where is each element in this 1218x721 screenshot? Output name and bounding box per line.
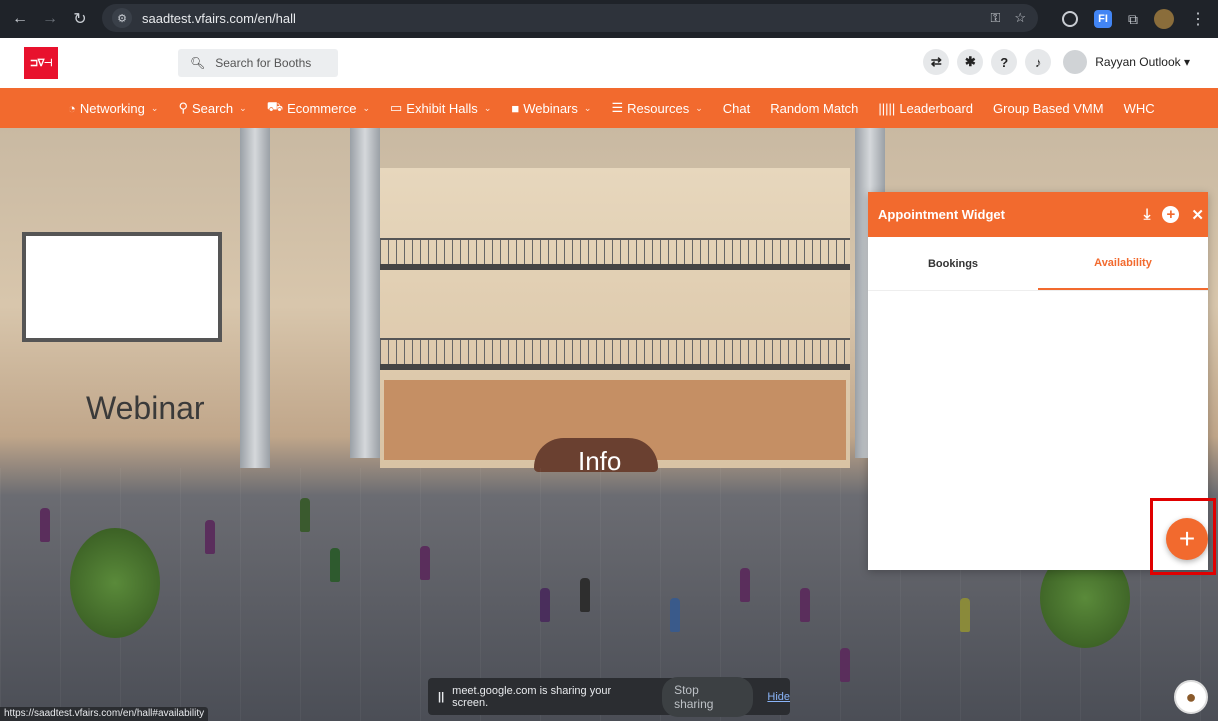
logo-text: ⊐∇⊣	[29, 57, 53, 69]
avatar-person	[580, 578, 590, 612]
cart-icon: ⛟	[266, 99, 284, 114]
password-key-icon[interactable]: ⚿	[990, 10, 1000, 26]
translate-icon[interactable]: ⇄	[923, 49, 950, 75]
video-icon: ■	[511, 100, 520, 116]
nav-search[interactable]: ⚲ Search ⌄	[178, 100, 246, 116]
nav-label: Chat	[722, 100, 751, 116]
add-availability-button[interactable]: +	[1166, 518, 1208, 560]
webinar-entrance[interactable]: Webinar	[86, 390, 205, 427]
profile-avatar-icon[interactable]	[1154, 9, 1174, 29]
pillar	[350, 128, 380, 458]
user-menu[interactable]: Rayyan Outlook ▾	[1095, 55, 1190, 69]
help-icon[interactable]: ?	[991, 49, 1018, 75]
avatar-person	[540, 588, 550, 622]
tree	[70, 528, 160, 638]
hide-link[interactable]: Hide	[767, 691, 790, 703]
search-icon: 🔍︎	[190, 56, 206, 70]
chevron-down-icon: ⌄	[583, 102, 592, 113]
search-placeholder: Search for Booths	[215, 56, 312, 70]
screen-share-bar: || meet.google.com is sharing your scree…	[428, 676, 790, 717]
lower-balcony-railing	[380, 338, 850, 364]
record-icon[interactable]	[1062, 11, 1078, 27]
nav-label: Networking	[79, 100, 145, 116]
avatar-person	[205, 520, 215, 554]
nav-exhibit-halls[interactable]: ▭ Exhibit Halls ⌄	[390, 100, 491, 116]
forward-icon[interactable]: →	[36, 5, 64, 33]
avatar-person	[300, 498, 310, 532]
browser-toolbar: ← → ↻ ⚙ saadtest.vfairs.com/en/hall ⚿ ☆ …	[0, 0, 1218, 38]
main-nav: ◔ Networking ⌄ ⚲ Search ⌄ ⛟ Ecommerce ⌄ ▭ Exhib…	[0, 88, 1218, 128]
avatar-person	[670, 598, 680, 632]
lower-balcony	[380, 364, 850, 370]
widget-title: Appointment Widget	[878, 207, 1005, 222]
nav-label: Ecommerce	[287, 100, 357, 116]
networking-icon: ◔	[68, 100, 76, 116]
brand-logo[interactable]: ⊐∇⊣	[24, 47, 58, 79]
pillar	[240, 128, 270, 468]
nav-webinars[interactable]: ■ Webinars ⌄	[511, 101, 591, 116]
chevron-down-icon: ⌄	[362, 102, 370, 113]
chevron-down-icon: ⌄	[150, 102, 159, 113]
nav-chat[interactable]: Chat	[723, 101, 750, 116]
site-header: ⊐∇⊣ 🔍︎ Search for Booths ⇄ ✱ ? ♪ Rayyan …	[0, 38, 1218, 88]
monitor-icon: ▭	[389, 100, 403, 115]
back-icon[interactable]: ←	[6, 5, 34, 33]
widget-tabs: Bookings Availability	[868, 237, 1208, 291]
nav-label: Group Based VMM	[993, 100, 1104, 116]
nav-label: Random Match	[770, 100, 859, 116]
nav-group-based-vmm[interactable]: Group Based VMM	[993, 101, 1104, 116]
avatar-person	[420, 546, 430, 580]
upper-balcony	[380, 264, 850, 270]
list-icon: ☰	[611, 100, 624, 115]
download-icon[interactable]: ⤓	[1144, 206, 1151, 223]
site-settings-icon[interactable]: ⚙	[112, 8, 132, 28]
share-message: meet.google.com is sharing your screen.	[452, 684, 612, 709]
extensions-icon[interactable]: ⧉	[1128, 11, 1138, 28]
avatar-person	[960, 598, 970, 632]
close-icon[interactable]: ✕	[1191, 206, 1204, 224]
nav-resources[interactable]: ☰ Resources ⌄	[611, 100, 702, 116]
drag-handle-icon[interactable]: ||	[438, 691, 444, 703]
search-icon: ⚲	[178, 100, 188, 115]
avatar-person	[330, 548, 340, 582]
tab-availability[interactable]: Availability	[1038, 237, 1208, 290]
address-url[interactable]: saadtest.vfairs.com/en/hall	[142, 11, 296, 26]
chevron-down-icon: ⌄	[239, 102, 247, 113]
nav-label: Resources	[627, 100, 690, 116]
add-circle-icon[interactable]: +	[1162, 206, 1180, 223]
nav-label: WHC	[1123, 100, 1155, 116]
nav-ecommerce[interactable]: ⛟ Ecommerce ⌄	[267, 99, 370, 117]
address-bar[interactable]: ⚙ saadtest.vfairs.com/en/hall ⚿ ☆	[102, 4, 1038, 32]
avatar-person	[840, 648, 850, 682]
nav-label: Exhibit Halls	[406, 100, 478, 116]
webinar-screen[interactable]	[22, 232, 222, 342]
link-status-url: https://saadtest.vfairs.com/en/hall#avai…	[0, 707, 209, 721]
upper-balcony-railing	[380, 238, 850, 264]
nav-leaderboard[interactable]: ||||| Leaderboard	[878, 101, 973, 116]
reload-icon[interactable]: ↻	[66, 5, 94, 33]
tab-bookings[interactable]: Bookings	[868, 237, 1038, 290]
nav-random-match[interactable]: Random Match	[770, 101, 858, 116]
barcode-icon: |||||	[878, 100, 896, 116]
chevron-down-icon: ⌄	[483, 102, 492, 113]
avatar-person	[740, 568, 750, 602]
extension-fi-icon[interactable]: FI	[1094, 10, 1112, 28]
chevron-down-icon: ⌄	[695, 102, 703, 113]
stop-sharing-button[interactable]: Stop sharing	[662, 676, 754, 717]
nav-label: Webinars	[523, 100, 578, 116]
cookie-settings-icon[interactable]: ●	[1174, 680, 1208, 714]
nav-label: Leaderboard	[899, 100, 974, 116]
kebab-menu-icon[interactable]: ⋮	[1190, 9, 1206, 29]
widget-header: Appointment Widget ⤓ + ✕	[868, 192, 1208, 237]
accessibility-icon[interactable]: ✱	[957, 49, 984, 75]
nav-whc[interactable]: WHC	[1124, 101, 1155, 116]
bookmark-star-icon[interactable]: ☆	[1014, 10, 1026, 26]
user-avatar[interactable]	[1063, 50, 1088, 74]
booth-search-input[interactable]: 🔍︎ Search for Booths	[178, 49, 338, 77]
avatar-person	[800, 588, 810, 622]
avatar-person	[40, 508, 50, 542]
bell-icon[interactable]: ♪	[1025, 49, 1052, 75]
nav-label: Search	[191, 100, 234, 116]
nav-networking[interactable]: ◔ Networking ⌄	[68, 101, 158, 116]
